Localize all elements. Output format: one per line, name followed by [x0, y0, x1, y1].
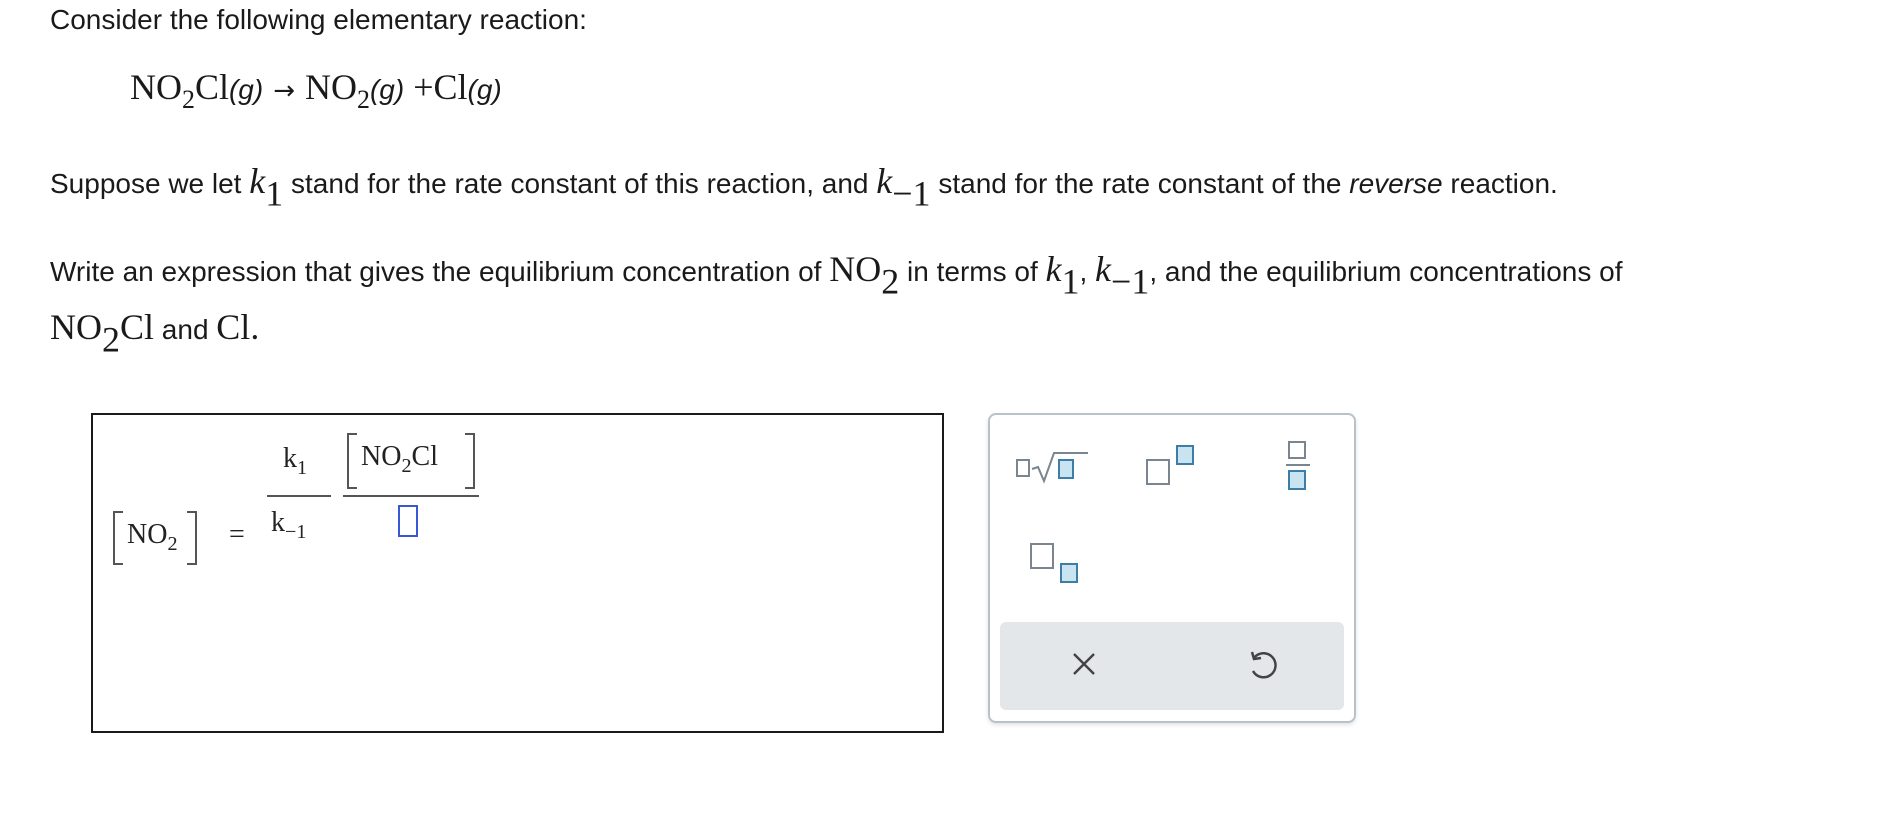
num-bracket-right — [465, 433, 475, 489]
reactant: NO2Cl(g) — [130, 67, 264, 115]
fraction-bar-conc — [343, 495, 479, 497]
lhs-species: NO2 — [127, 519, 178, 556]
radicand-icon — [1058, 459, 1074, 479]
fraction-tool-button[interactable] — [1286, 441, 1310, 493]
radical-tool-button[interactable] — [1016, 449, 1092, 485]
base-box-icon — [1146, 459, 1170, 485]
clear-button[interactable] — [1064, 644, 1104, 684]
numerator-box-icon — [1288, 441, 1306, 459]
subscript-box-icon — [1060, 563, 1078, 583]
reaction-equation: NO2Cl(g) → NO2(g) +Cl(g) — [130, 66, 502, 115]
subscript-tool-button[interactable] — [1030, 543, 1084, 585]
product-no2: NO2(g) — [305, 67, 405, 115]
denominator-input-slot[interactable] — [398, 505, 418, 537]
instruction-paragraph-line1: Write an expression that gives the equil… — [50, 249, 1623, 302]
question-intro: Consider the following elementary reacti… — [50, 4, 587, 35]
palette-action-bar — [1000, 622, 1344, 710]
superscript-box-icon — [1176, 445, 1194, 465]
undo-button[interactable] — [1242, 644, 1282, 684]
fraction-line-icon — [1286, 464, 1310, 466]
denominator-box-icon — [1288, 470, 1306, 490]
product-cl: Cl(g) — [433, 67, 502, 107]
radical-index-icon — [1016, 459, 1030, 477]
math-palette — [988, 413, 1356, 723]
undo-icon — [1250, 651, 1277, 679]
sub-base-box-icon — [1030, 543, 1054, 569]
instruction-paragraph-line2: NO2Cl and Cl. — [50, 307, 260, 360]
k-1-denominator: k−1 — [271, 507, 307, 544]
reaction-arrow: → — [273, 76, 295, 106]
rate-constants-paragraph: Suppose we let k1 stand for the rate con… — [50, 161, 1558, 214]
close-icon — [1073, 653, 1095, 675]
plus-sign: + — [413, 67, 434, 107]
equals-sign: = — [229, 519, 245, 550]
no2cl-numerator: NO2Cl — [361, 441, 438, 478]
fraction-bar-k — [267, 495, 331, 497]
superscript-tool-button[interactable] — [1146, 445, 1200, 487]
lhs-bracket-left — [113, 511, 123, 565]
answer-input-box[interactable]: NO2 = k1 k−1 NO2Cl — [91, 413, 944, 733]
k1-numerator: k1 — [283, 443, 308, 480]
num-bracket-left — [347, 433, 357, 489]
lhs-bracket-right — [187, 511, 197, 565]
